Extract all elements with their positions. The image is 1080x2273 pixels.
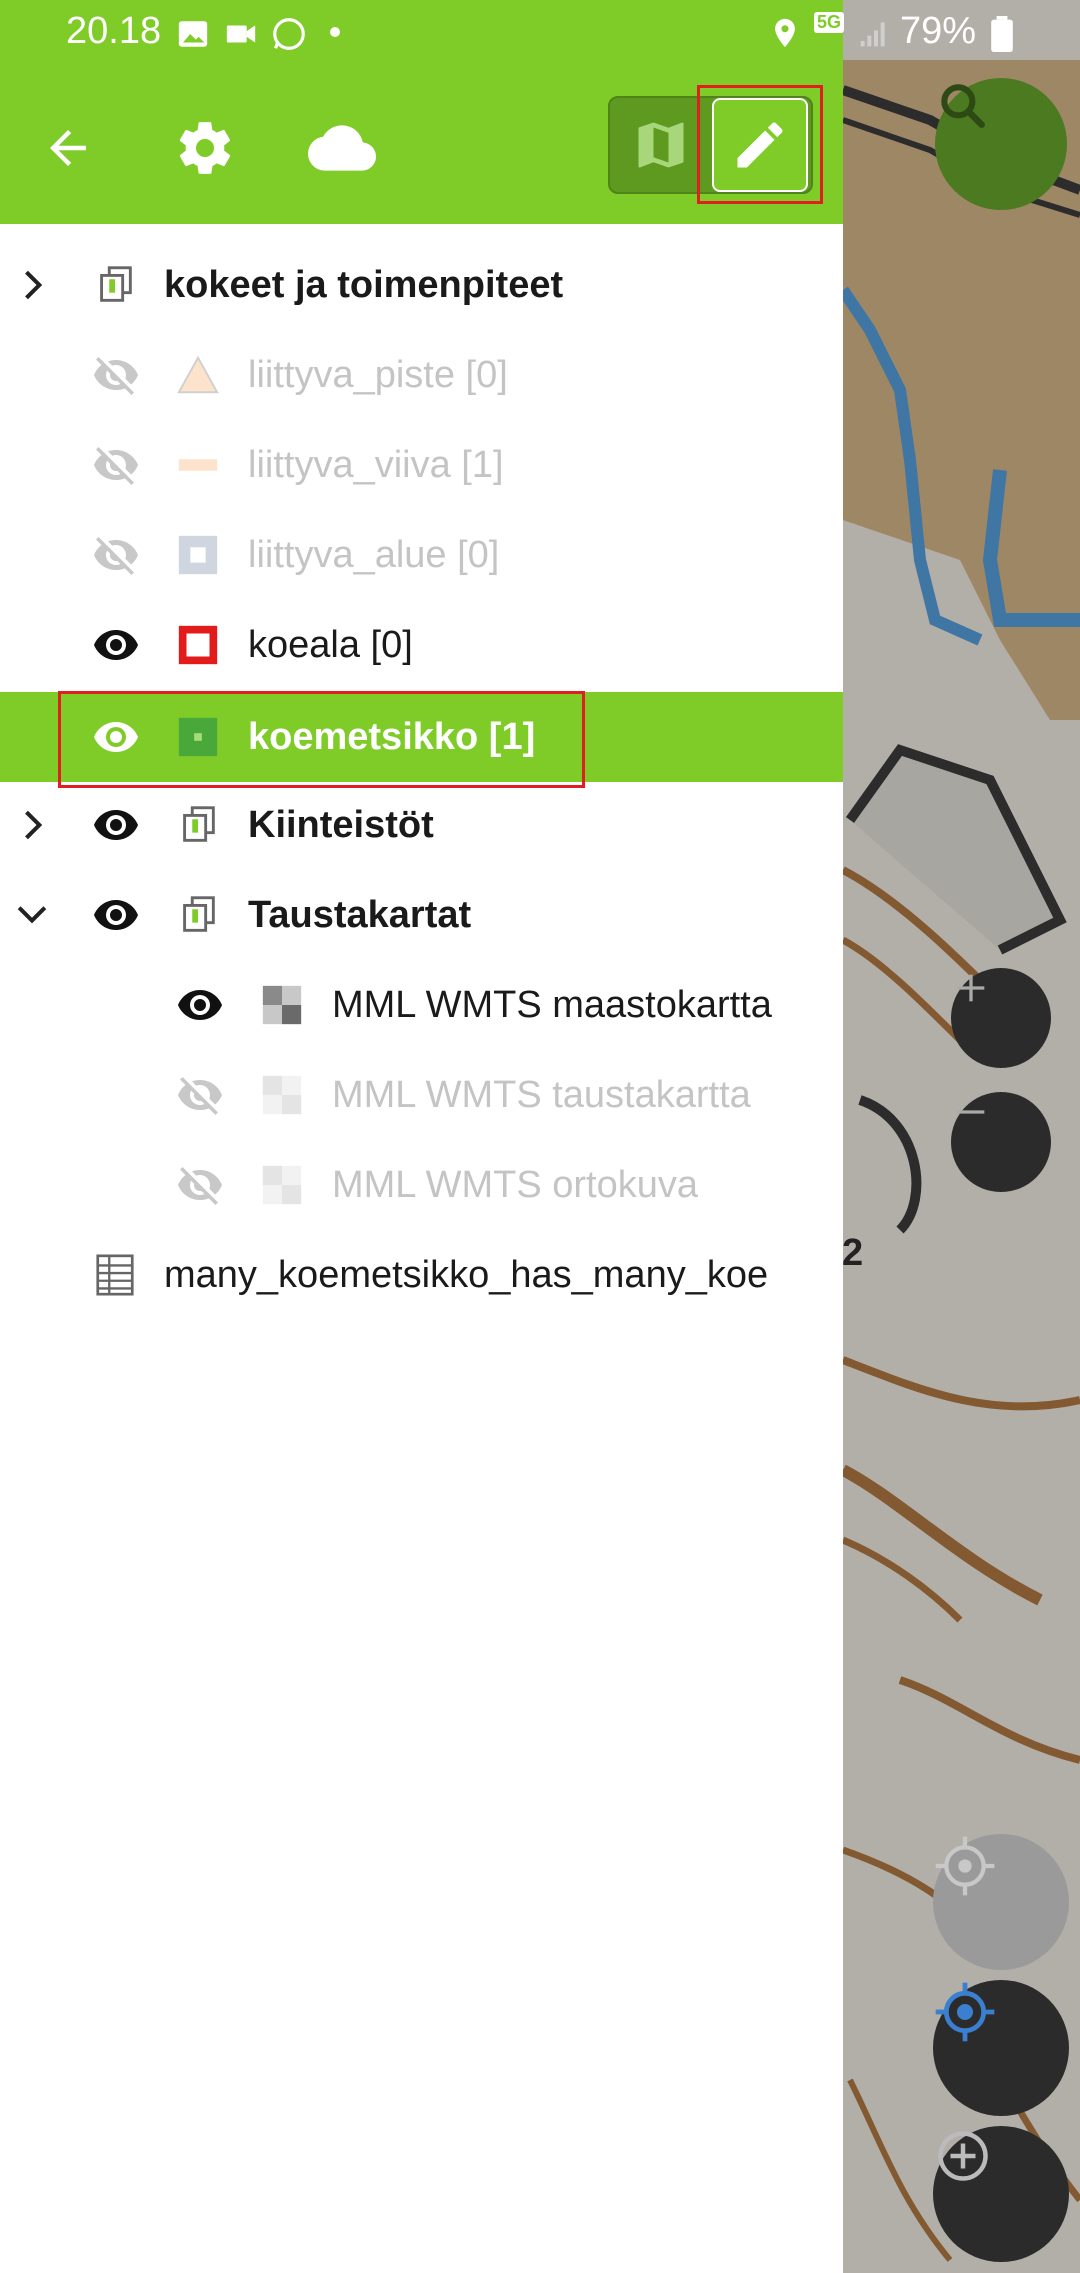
eye-off-icon[interactable] — [176, 1161, 224, 1209]
video-icon — [226, 25, 256, 43]
back-button[interactable] — [28, 108, 108, 188]
zoom-out-button[interactable] — [951, 1092, 1051, 1192]
eye-icon[interactable] — [92, 621, 140, 669]
point-layer-icon — [177, 355, 219, 394]
zoom-out-icon — [957, 1110, 985, 1114]
layer-koeala[interactable]: koeala [0] — [0, 600, 843, 690]
eye-off-icon[interactable] — [92, 531, 140, 579]
layer-group-icon — [183, 806, 215, 842]
eye-icon[interactable] — [176, 981, 224, 1029]
gear-icon — [179, 122, 231, 174]
notification-dot — [330, 27, 340, 37]
whatsapp-icon — [273, 18, 305, 50]
locate-button[interactable] — [933, 1980, 1069, 2116]
map-mode-button[interactable] — [612, 100, 710, 190]
edit-mode-highlight — [697, 85, 823, 204]
search-icon — [941, 84, 985, 128]
zoom-in-icon — [957, 974, 985, 1002]
eye-icon[interactable] — [92, 801, 140, 849]
layer-mml-ortokuva[interactable]: MML WMTS ortokuva — [0, 1140, 843, 1230]
layer-many-koemetsikko[interactable]: many_koemetsikko_has_many_koe — [0, 1230, 843, 1320]
layer-label: kokeet ja toimenpiteet — [164, 263, 564, 306]
layer-group-kiinteistot[interactable]: Kiinteistöt — [0, 780, 843, 870]
layer-label: Taustakartat — [248, 893, 472, 936]
cloud-button[interactable] — [302, 108, 382, 188]
image-icon — [178, 21, 208, 47]
chevron-down-icon[interactable] — [10, 893, 54, 937]
layer-label: MML WMTS taustakartta — [332, 1073, 751, 1116]
gps-icon — [935, 1836, 995, 1896]
layer-label: MML WMTS maastokartta — [332, 983, 772, 1026]
location-icon — [775, 18, 795, 48]
layer-mml-maastokartta[interactable]: MML WMTS maastokartta — [0, 960, 843, 1050]
layer-drawer: kokeet ja toimenpiteet liittyva_piste [0… — [0, 0, 843, 2273]
eye-off-icon[interactable] — [92, 441, 140, 489]
layer-group-kokeet[interactable]: kokeet ja toimenpiteet — [0, 240, 843, 330]
eye-icon[interactable] — [92, 891, 140, 939]
eye-off-icon[interactable] — [176, 1071, 224, 1119]
add-feature-button[interactable] — [933, 2126, 1069, 2262]
status-bar: 20.18 5G 79% — [0, 0, 1080, 66]
layer-liittyva-alue[interactable]: liittyva_alue [0] — [0, 510, 843, 600]
map-feature-label: 2 — [842, 1232, 864, 1274]
layer-label: liittyva_alue [0] — [248, 533, 500, 576]
battery-level: 79% — [900, 10, 977, 52]
signal-icon — [860, 22, 885, 47]
line-layer-icon — [178, 459, 218, 471]
layer-label: liittyva_piste [0] — [248, 353, 508, 396]
layer-group-taustakartat[interactable]: Taustakartat — [0, 870, 843, 960]
gps-button[interactable] — [933, 1834, 1069, 1970]
map-icon — [638, 122, 684, 168]
layer-label: Kiinteistöt — [248, 803, 434, 846]
zoom-in-button[interactable] — [951, 968, 1051, 1068]
layer-mml-taustakartta[interactable]: MML WMTS taustakartta — [0, 1050, 843, 1140]
drawer-toolbar — [0, 66, 843, 224]
layer-group-icon — [183, 896, 215, 932]
raster-layer-icon — [262, 985, 302, 1025]
polygon-layer-icon — [178, 535, 218, 575]
selected-layer-highlight — [58, 691, 585, 788]
cloud-icon — [308, 125, 376, 171]
locate-icon — [935, 1982, 995, 2042]
layer-label: koeala [0] — [248, 623, 413, 666]
status-time: 20.18 — [66, 10, 162, 52]
chevron-right-icon[interactable] — [10, 263, 54, 307]
layer-label: many_koemetsikko_has_many_koe — [164, 1253, 769, 1296]
layer-group-icon — [100, 266, 132, 302]
back-arrow-icon — [50, 130, 86, 166]
raster-layer-icon — [262, 1165, 302, 1205]
raster-layer-icon — [262, 1075, 302, 1115]
add-feature-icon — [938, 2131, 988, 2181]
layer-label: liittyva_viiva [1] — [248, 443, 504, 486]
polygon-layer-icon — [178, 625, 218, 665]
table-icon — [96, 1254, 134, 1296]
layer-label: MML WMTS ortokuva — [332, 1163, 698, 1206]
eye-off-icon[interactable] — [92, 351, 140, 399]
layer-liittyva-viiva[interactable]: liittyva_viiva [1] — [0, 420, 843, 510]
search-button[interactable] — [935, 78, 1067, 210]
network-type: 5G — [814, 12, 845, 33]
chevron-right-icon[interactable] — [10, 803, 54, 847]
battery-icon — [991, 16, 1013, 52]
layer-liittyva-piste[interactable]: liittyva_piste [0] — [0, 330, 843, 420]
settings-button[interactable] — [165, 108, 245, 188]
